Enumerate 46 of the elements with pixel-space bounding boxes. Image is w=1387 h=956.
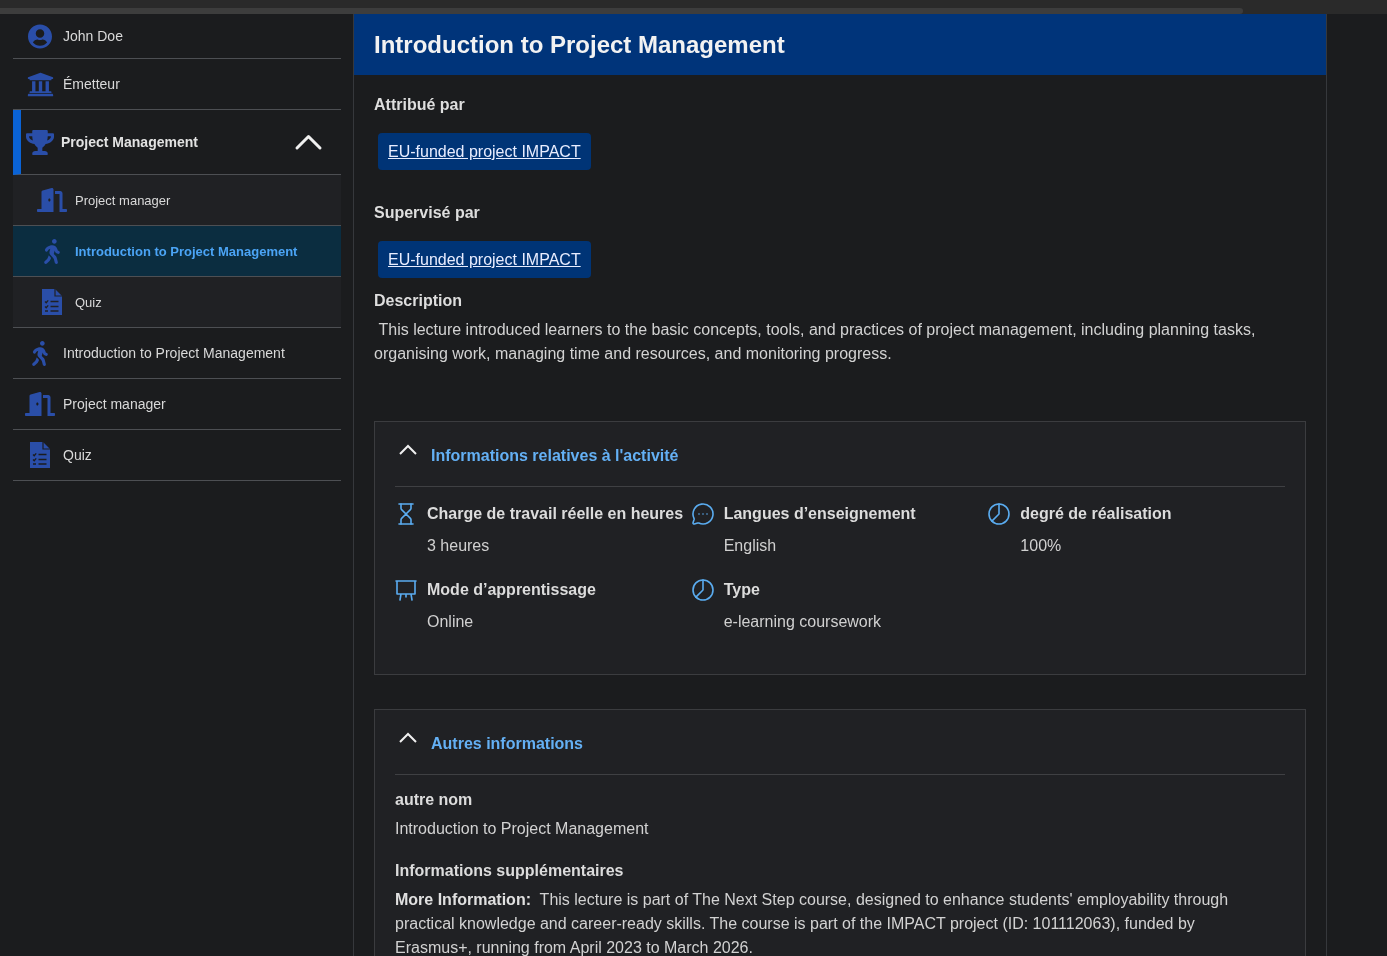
- walking-person-icon: [44, 238, 60, 264]
- sidebar-item[interactable]: Introduction to Project Management: [13, 328, 341, 379]
- entry-label: Informations supplémentaires: [395, 861, 625, 881]
- open-door-icon: [25, 392, 55, 416]
- sidebar-item[interactable]: John Doe: [13, 14, 341, 59]
- sidebar-item[interactable]: Project manager: [13, 379, 341, 430]
- sidebar-item[interactable]: Introduction to Project Management: [13, 226, 341, 277]
- organisation-link[interactable]: EU-funded project IMPACT: [378, 133, 591, 170]
- entry-text: More Information: This lecture is part of The Next Step course, designed to enhance students' employability through practical knowledge and career-ready skills. The course is part of the IMPACT project (ID: 101112063), funded by Erasmus+, running from April 2023 to March 2026.: [395, 890, 1230, 956]
- sidebar-item[interactable]: Quiz: [13, 430, 341, 481]
- walking-person-icon: [32, 340, 48, 366]
- fact-value: 3 heures: [427, 536, 490, 556]
- chevron-up-icon[interactable]: [295, 134, 322, 150]
- fact-label: Mode d’apprentissage: [427, 580, 596, 600]
- fact-value: English: [723, 536, 777, 556]
- section-toggle[interactable]: Informations relatives à l'activité: [395, 422, 1285, 487]
- fact-label: Langues d’enseignement: [723, 504, 916, 524]
- open-door-icon: [37, 188, 67, 212]
- sidebar-item[interactable]: Project manager: [13, 175, 341, 226]
- pie-chart-icon: [691, 579, 714, 601]
- easel-icon: [395, 579, 417, 601]
- fact-label: Charge de travail réelle en heures: [427, 504, 684, 524]
- scrollbar[interactable]: [0, 0, 1387, 14]
- organisation-link[interactable]: EU-funded project IMPACT: [378, 241, 591, 278]
- fact-label: degré de réalisation: [1020, 504, 1172, 524]
- chat-bubble-icon: [691, 503, 714, 525]
- description-label: Description: [374, 291, 463, 311]
- description-text: This lecture introduced learners to the basic concepts, tools, and practices of project management, including planning tasks, organising work, managing time and resources, and monitoring progress.: [374, 320, 1257, 364]
- entry-label: autre nom: [395, 790, 474, 810]
- checklist-document-icon: [30, 442, 50, 468]
- field-label: Supervisé par: [374, 203, 481, 223]
- fact-label: Type: [723, 580, 760, 600]
- fact-value: e-learning coursework: [723, 612, 882, 632]
- fact-value: 100%: [1020, 536, 1062, 556]
- sidebar-item[interactable]: Quiz: [13, 277, 341, 328]
- hourglass-icon: [395, 503, 417, 525]
- entry-text: Introduction to Project Management: [395, 819, 650, 839]
- field-label: Attribué par: [374, 95, 466, 115]
- trophy-icon: [26, 129, 54, 155]
- fact-value: Online: [427, 612, 474, 632]
- sidebar-item[interactable]: Émetteur: [13, 59, 341, 110]
- section-toggle[interactable]: Autres informations: [395, 710, 1285, 775]
- pie-chart-icon: [988, 503, 1011, 525]
- checklist-document-icon: [42, 289, 62, 315]
- page-title: Introduction to Project Management: [374, 29, 785, 60]
- columned-building-icon: [26, 70, 54, 98]
